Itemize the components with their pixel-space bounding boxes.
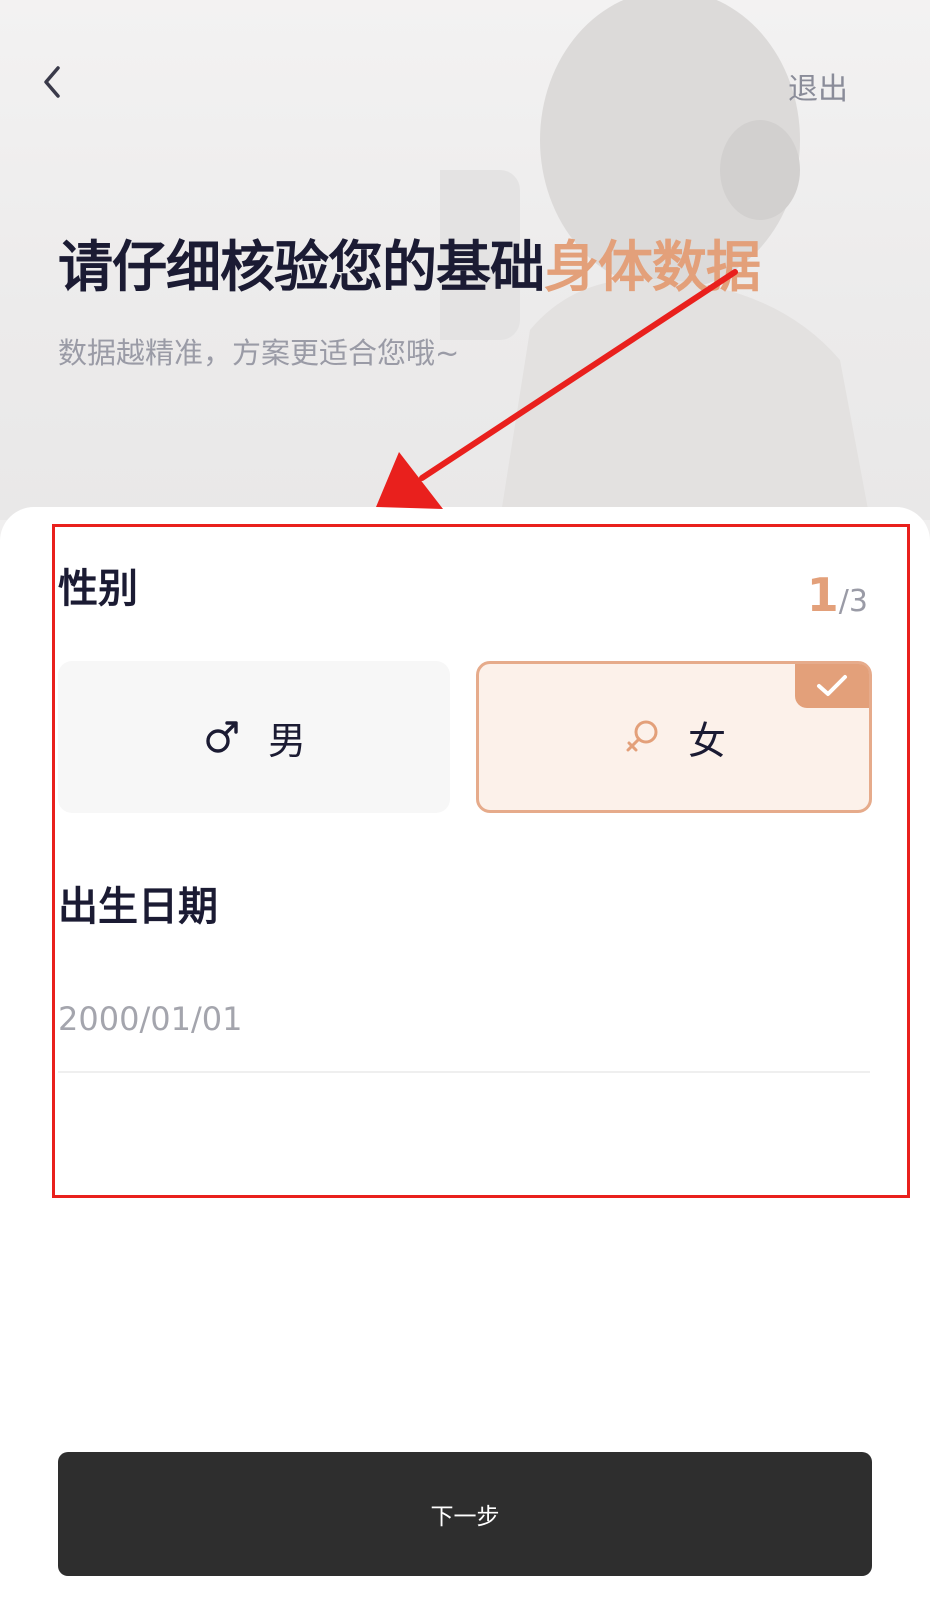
chevron-left-icon bbox=[44, 66, 60, 98]
page-subtitle: 数据越精准，方案更适合您哦~ bbox=[58, 336, 460, 370]
page-title: 请仔细核验您的基础身体数据 bbox=[58, 222, 761, 302]
exit-button[interactable]: 退出 bbox=[788, 64, 848, 108]
female-icon bbox=[626, 720, 658, 752]
birthdate-title: 出生日期 bbox=[58, 884, 218, 930]
back-button[interactable] bbox=[36, 62, 72, 102]
step-total: /3 bbox=[838, 584, 868, 619]
gender-option-male-label: 男 bbox=[267, 718, 306, 763]
birthdate-field[interactable]: 2000/01/01 bbox=[58, 1000, 242, 1038]
title-accent: 身体数据 bbox=[544, 235, 761, 299]
gender-title: 性别 bbox=[58, 566, 138, 612]
male-icon bbox=[206, 721, 238, 753]
step-current: 1 bbox=[806, 568, 839, 622]
gender-option-female[interactable]: 女 bbox=[476, 661, 872, 813]
birthdate-divider bbox=[58, 1071, 870, 1073]
check-icon bbox=[817, 675, 847, 696]
selected-badge bbox=[795, 664, 869, 708]
step-progress: 1/3 bbox=[807, 568, 868, 622]
gender-option-female-label: 女 bbox=[687, 718, 726, 763]
title-main: 请仔细核验您的基础 bbox=[58, 235, 545, 299]
gender-option-male[interactable]: 男 bbox=[58, 661, 450, 813]
next-step-button[interactable]: 下一步 bbox=[58, 1452, 872, 1576]
hero-section: 退出 请仔细核验您的基础身体数据 数据越精准，方案更适合您哦~ bbox=[0, 0, 930, 520]
